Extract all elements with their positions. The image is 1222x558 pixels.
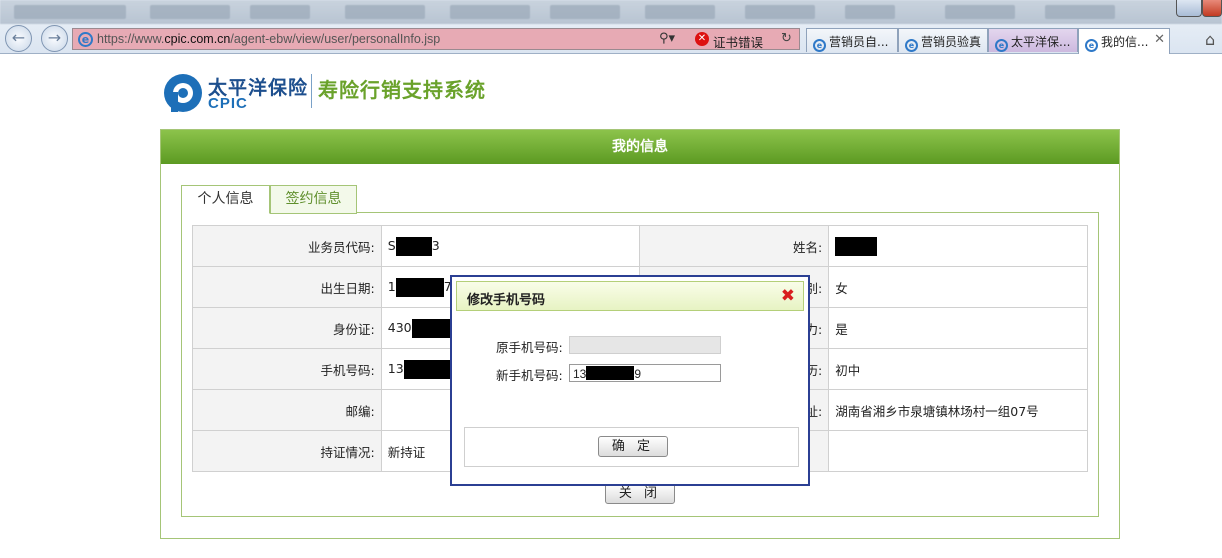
tab-close-icon[interactable]: ✕ bbox=[1154, 32, 1165, 47]
back-button[interactable]: ← bbox=[5, 25, 32, 52]
ie-icon: e bbox=[813, 39, 826, 52]
panel-title: 我的信息 bbox=[161, 130, 1119, 164]
brand-name-en: CPIC bbox=[208, 95, 248, 112]
address-bar[interactable]: e https://www.cpic.com.cn/agent-ebw/view… bbox=[72, 28, 800, 50]
dialog-header: 修改手机号码 ✖ bbox=[456, 281, 804, 311]
forward-button[interactable]: → bbox=[41, 25, 68, 52]
redaction-box bbox=[586, 366, 635, 380]
id-card-label: 身份证: bbox=[192, 307, 382, 349]
name-label: 姓名: bbox=[639, 225, 830, 267]
birth-date-label: 出生日期: bbox=[192, 266, 382, 308]
tab-2[interactable]: e 营销员验真 bbox=[898, 28, 988, 52]
window-close-button[interactable] bbox=[1202, 0, 1222, 17]
redaction-box bbox=[395, 236, 432, 256]
certificate-label: 持证情况: bbox=[192, 430, 382, 472]
tab-4-active[interactable]: e 我的信... ✕ bbox=[1078, 28, 1170, 54]
ability-value: 是 bbox=[828, 307, 1088, 349]
back-arrow-icon: ← bbox=[11, 28, 26, 47]
gender-value: 女 bbox=[828, 266, 1088, 308]
postcode-label: 邮编: bbox=[192, 389, 382, 431]
old-mobile-input[interactable] bbox=[569, 336, 721, 354]
close-button[interactable]: 关 闭 bbox=[605, 483, 675, 504]
confirm-button[interactable]: 确 定 bbox=[598, 436, 668, 457]
empty-value bbox=[828, 430, 1088, 472]
dialog-close-icon[interactable]: ✖ bbox=[781, 286, 795, 306]
change-mobile-dialog: 修改手机号码 ✖ 原手机号码: 新手机号码: 13 9 确 定 bbox=[450, 275, 810, 486]
tab-personal-info[interactable]: 个人信息 bbox=[181, 185, 270, 214]
old-mobile-label: 原手机号码: bbox=[496, 340, 563, 355]
forward-arrow-icon: → bbox=[47, 28, 62, 47]
url-text[interactable]: https://www.cpic.com.cn/agent-ebw/view/u… bbox=[97, 32, 440, 46]
tab-contract-info[interactable]: 签约信息 bbox=[270, 185, 357, 214]
system-title: 寿险行销支持系统 bbox=[318, 78, 486, 102]
redaction-box bbox=[395, 277, 444, 297]
ie-icon: e bbox=[905, 39, 918, 52]
minimize-button[interactable] bbox=[1176, 0, 1202, 17]
tab-1[interactable]: e 营销员自... bbox=[806, 28, 898, 52]
cert-error-label[interactable]: 证书错误 bbox=[713, 32, 763, 51]
tab-3[interactable]: e 太平洋保... bbox=[988, 28, 1078, 52]
agent-code-value: S3 bbox=[380, 225, 641, 267]
education-value: 初中 bbox=[828, 348, 1088, 390]
home-icon[interactable]: ⌂ bbox=[1205, 30, 1215, 49]
cpic-logo-icon bbox=[164, 74, 202, 112]
redaction-box bbox=[403, 359, 452, 379]
ie-icon: e bbox=[995, 39, 1008, 52]
new-mobile-label: 新手机号码: bbox=[496, 368, 563, 383]
browser-chrome: ← → e https://www.cpic.com.cn/agent-ebw/… bbox=[0, 0, 1222, 54]
logo-divider bbox=[311, 74, 312, 108]
ie-icon: e bbox=[78, 32, 93, 47]
new-mobile-input[interactable]: 13 9 bbox=[569, 364, 721, 382]
ie-icon: e bbox=[1085, 39, 1098, 52]
refresh-icon[interactable]: ↻ bbox=[781, 31, 792, 46]
name-value bbox=[828, 225, 1088, 267]
dialog-title: 修改手机号码 bbox=[467, 293, 546, 308]
blurred-taskbar bbox=[0, 0, 1222, 24]
search-icon[interactable]: ⚲▾ bbox=[659, 31, 675, 46]
dialog-footer: 确 定 bbox=[464, 427, 799, 467]
table-row: 业务员代码: S3 姓名: bbox=[192, 225, 1088, 267]
agent-code-label: 业务员代码: bbox=[192, 225, 382, 267]
cert-error-icon[interactable]: ✕ bbox=[695, 32, 709, 46]
redaction-box bbox=[835, 236, 878, 256]
address-value: 湖南省湘乡市泉塘镇林场村一组07号 bbox=[828, 389, 1088, 431]
mobile-label: 手机号码: bbox=[192, 348, 382, 390]
